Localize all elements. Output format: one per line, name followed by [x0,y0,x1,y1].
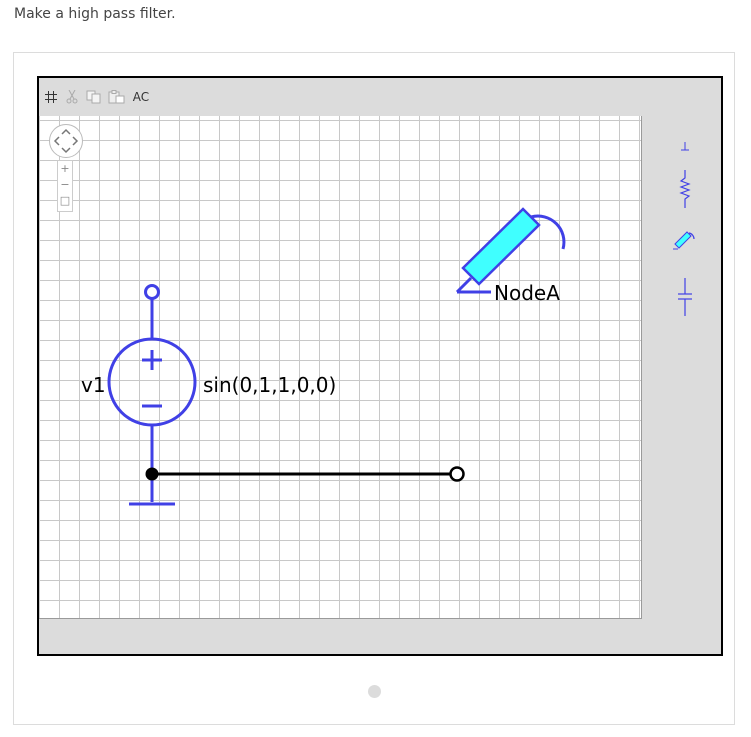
grid-icon[interactable] [45,89,57,105]
pagination-dot[interactable] [368,685,381,698]
toolbar: AC [39,78,721,116]
schematic-editor: AC + − □ v1 sin(0,1,1,0,0) NodeA [37,76,723,656]
source-name-label: v1 [81,373,106,397]
junction-dot [145,467,159,481]
cut-icon[interactable] [66,89,78,105]
source-value-label: sin(0,1,1,0,0) [203,373,336,397]
schematic-drawing: v1 sin(0,1,1,0,0) NodeA [81,207,566,506]
component-palette [647,116,719,376]
paste-icon[interactable] [108,89,126,105]
wire-terminal[interactable] [449,466,465,482]
copy-icon[interactable] [86,89,102,105]
resistor-icon[interactable] [661,168,705,212]
task-prompt: Make a high pass filter. [14,6,176,22]
schematic-canvas[interactable]: + − □ v1 sin(0,1,1,0,0) NodeA [39,116,642,619]
capacitor-icon[interactable] [661,276,705,320]
probe-nodea[interactable] [455,207,566,294]
ground-icon[interactable] [661,132,705,158]
probe-icon[interactable] [661,222,705,252]
probe-label: NodeA [494,281,560,305]
ac-analysis-button[interactable]: AC [130,89,152,105]
